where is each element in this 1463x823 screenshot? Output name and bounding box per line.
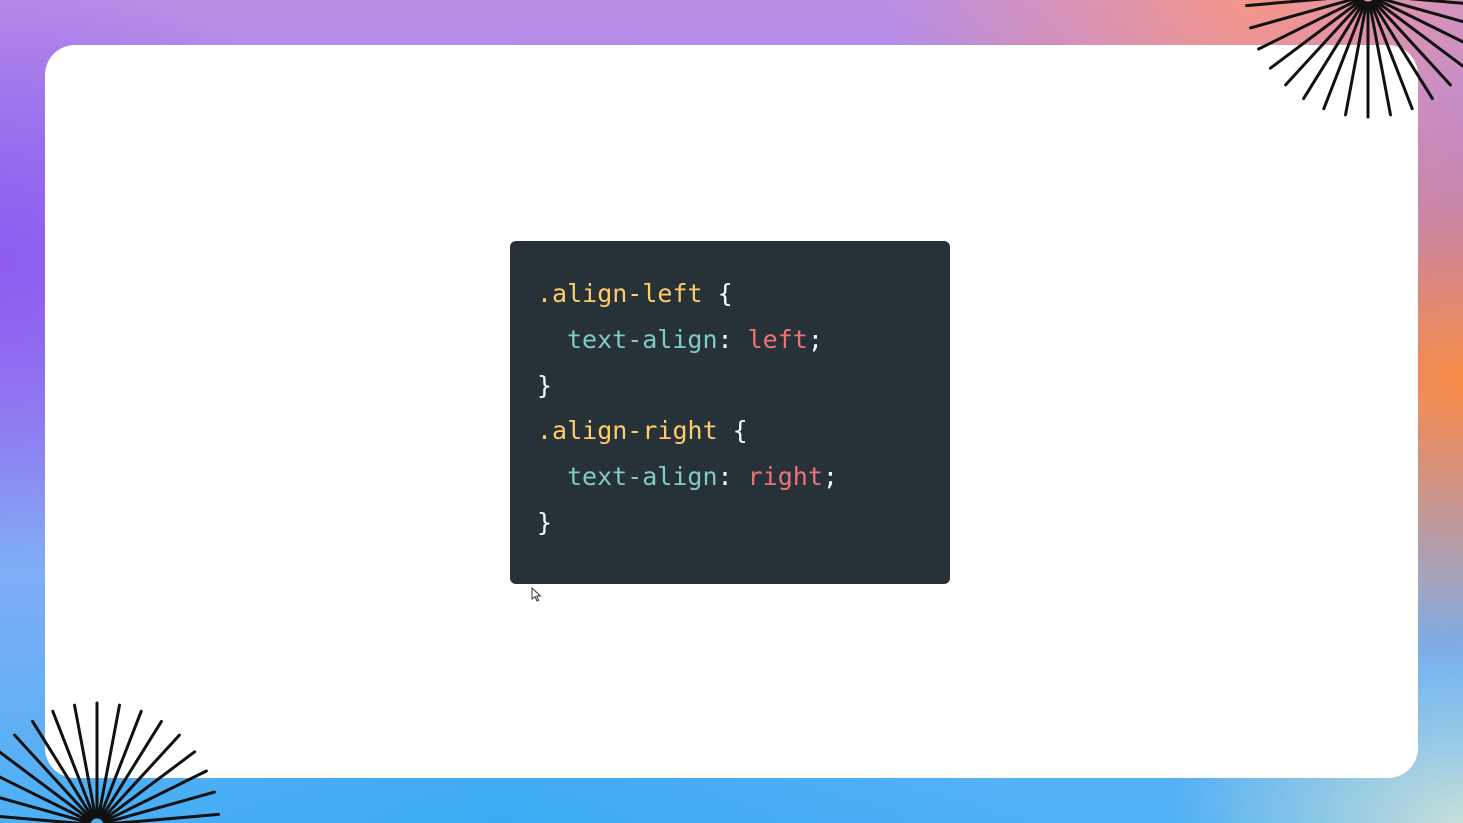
css-value: right [747,462,823,492]
css-selector: .align-left [537,279,703,308]
semicolon: ; [807,324,823,354]
code-line-1: .align-left { [537,271,950,317]
close-brace: } [537,370,553,400]
open-brace: { [702,279,733,308]
code-line-2: text-align: left; [537,317,950,363]
css-selector: .align-right [537,416,718,446]
code-line-6: } [537,500,950,546]
semicolon: ; [822,462,838,492]
colon: : [717,324,748,354]
open-brace: { [717,416,748,446]
code-line-4: .align-right { [537,408,950,454]
css-property: text-align [567,324,718,354]
css-value: left [747,324,808,354]
close-brace: } [537,507,553,537]
css-property: text-align [567,462,718,492]
code-line-3: } [537,363,950,409]
code-block: .align-left { text-align: left; } .align… [510,241,950,584]
mouse-pointer-icon [531,587,542,602]
code-line-5: text-align: right; [537,454,950,500]
colon: : [717,462,748,492]
